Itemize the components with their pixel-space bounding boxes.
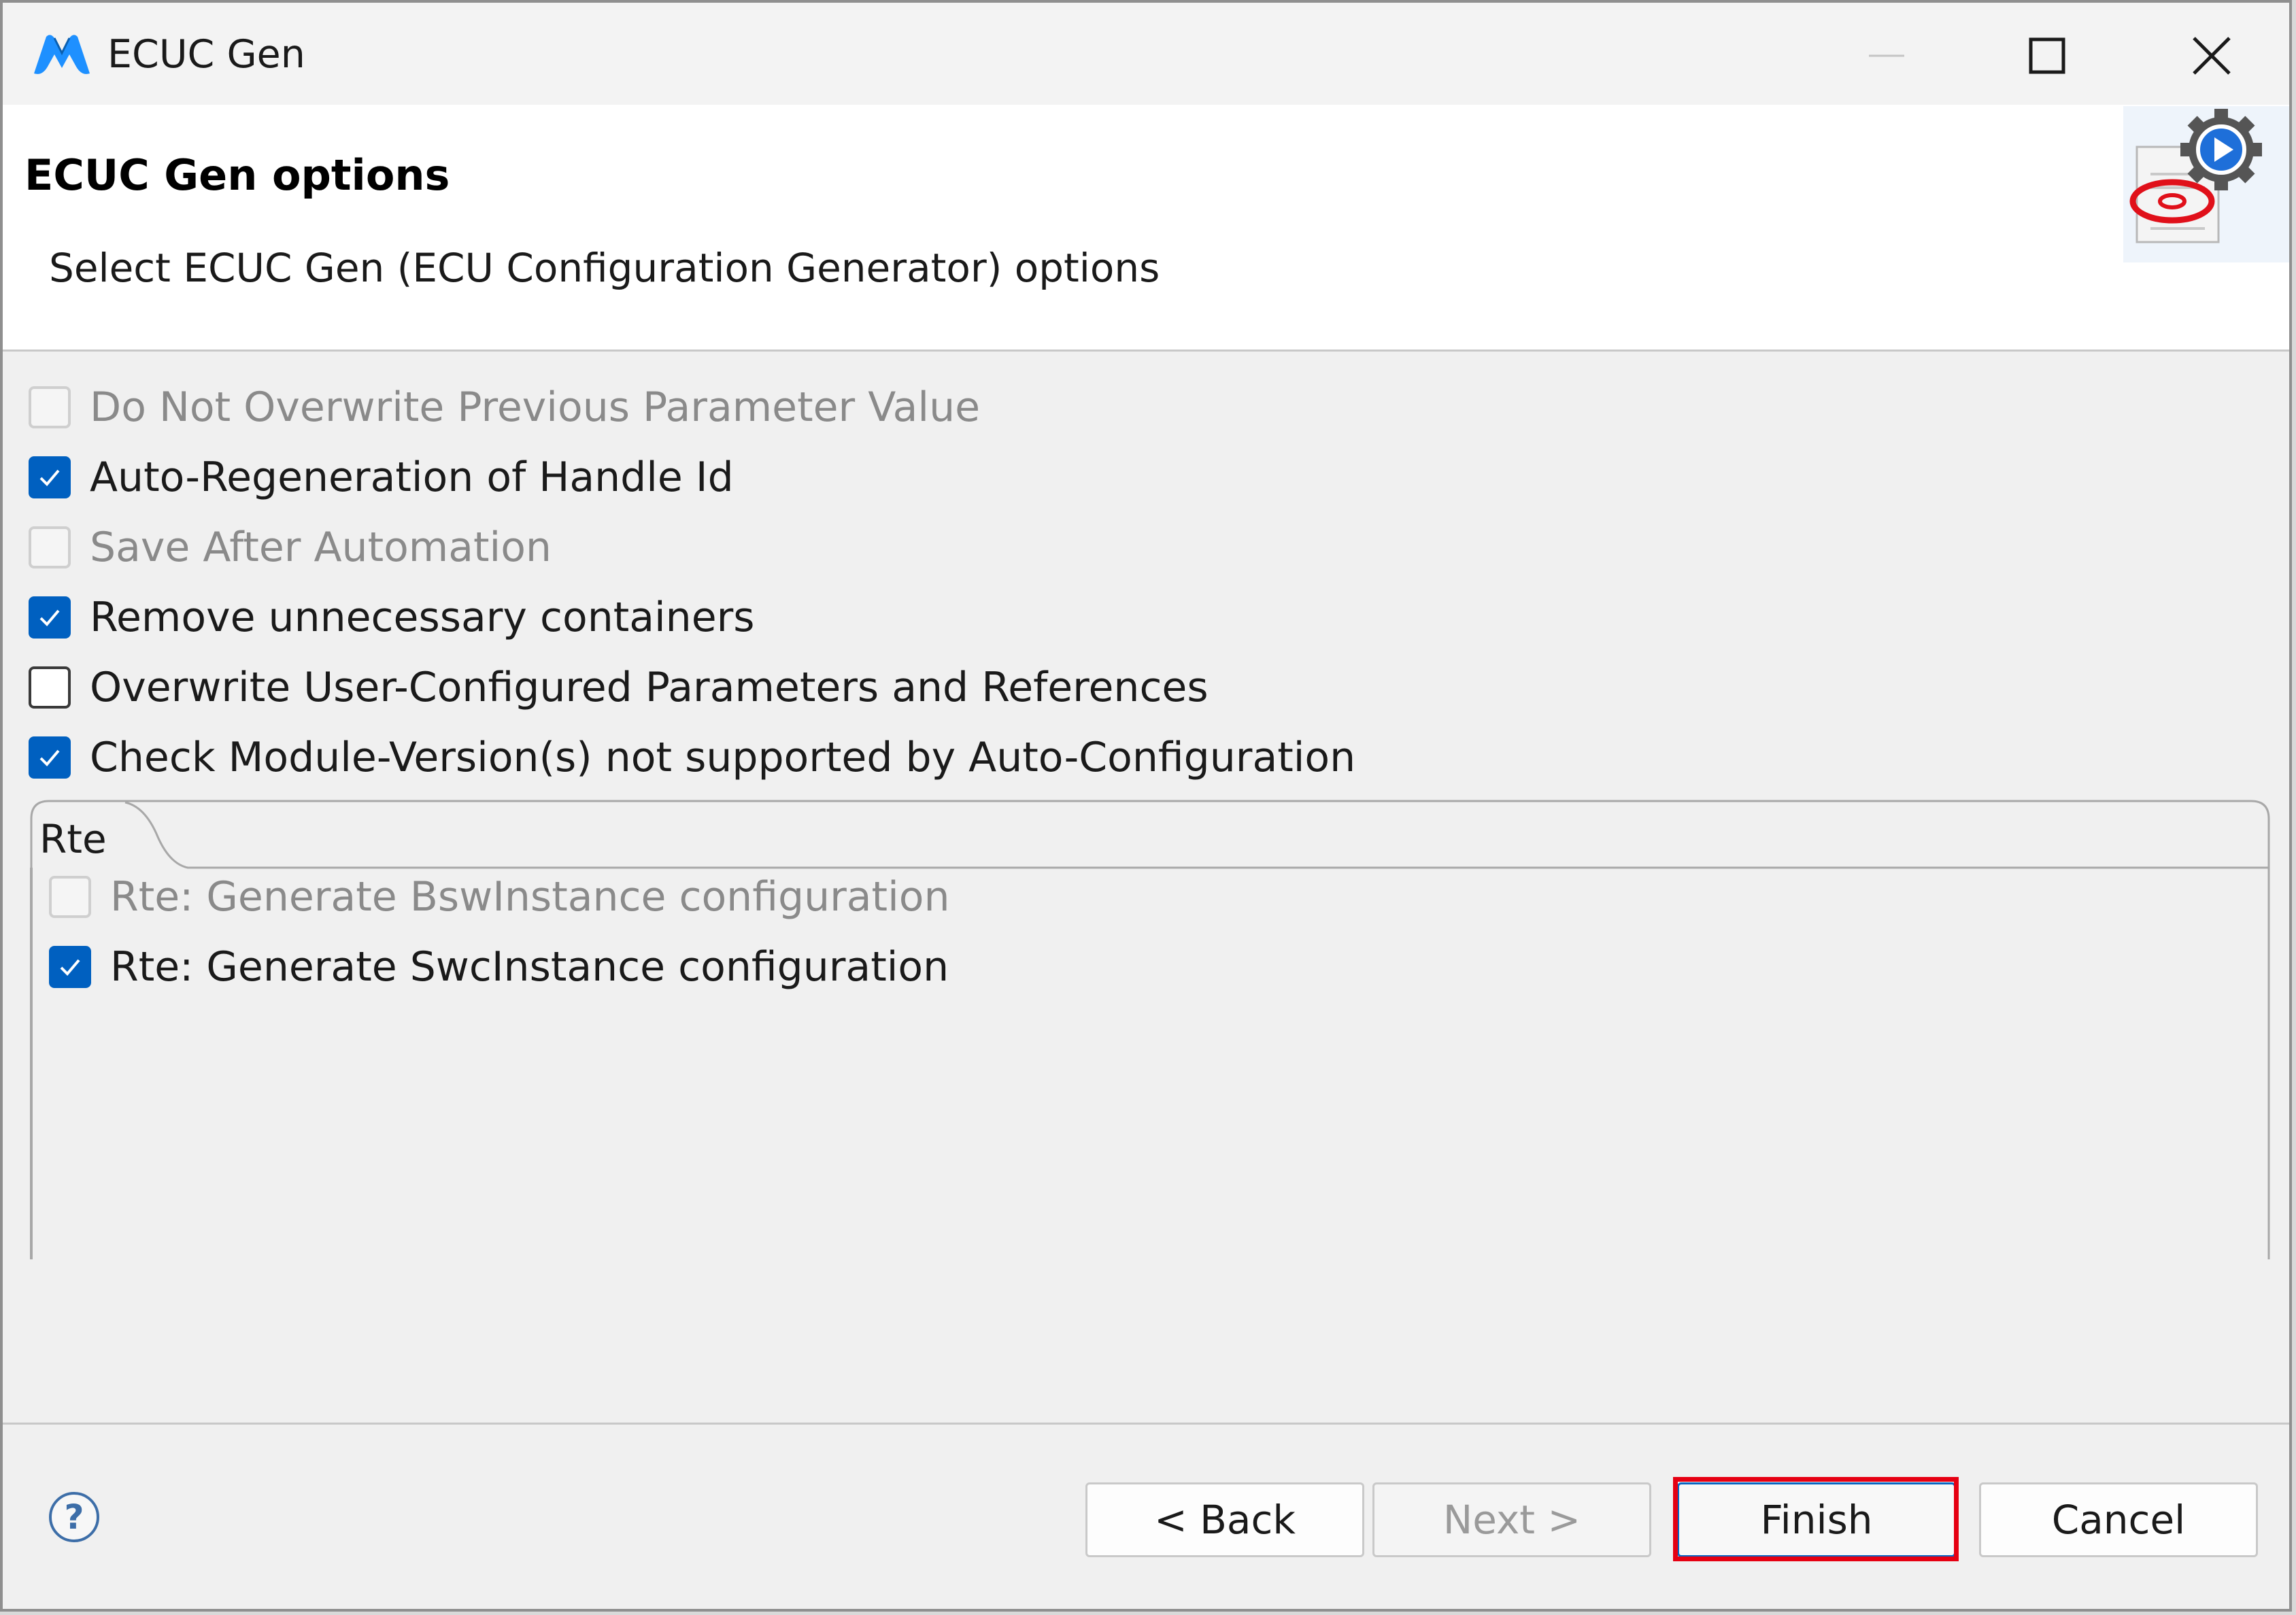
option-label: Overwrite User-Configured Parameters and…	[90, 664, 1209, 711]
minimize-button[interactable]	[1853, 23, 1921, 88]
option-save-after-automation[interactable]: Save After Automation	[29, 517, 552, 578]
checkbox-overwrite-user-configured[interactable]	[29, 666, 71, 709]
ecuc-gen-dialog: ECUC Gen ECUC Gen options Select ECUC Ge…	[0, 0, 2292, 1612]
page-description: Select ECUC Gen (ECU Configuration Gener…	[49, 245, 1160, 291]
wizard-gear-icon	[2123, 106, 2289, 262]
option-rte-swcinstance[interactable]: Rte: Generate SwcInstance configuration	[49, 936, 949, 998]
help-glyph: ?	[64, 1497, 84, 1537]
option-label: Rte: Generate BswInstance configuration	[110, 873, 950, 921]
app-logo-icon	[34, 35, 90, 74]
checkbox-check-module-version[interactable]	[29, 736, 71, 779]
option-do-not-overwrite[interactable]: Do Not Overwrite Previous Parameter Valu…	[29, 377, 980, 438]
help-icon[interactable]: ?	[49, 1492, 99, 1542]
checkbox-auto-regeneration[interactable]	[29, 456, 71, 498]
checkbox-remove-containers[interactable]	[29, 596, 71, 639]
option-check-module-version[interactable]: Check Module-Version(s) not supported by…	[29, 727, 1355, 788]
page-title: ECUC Gen options	[24, 150, 450, 200]
cancel-button[interactable]: Cancel	[1979, 1482, 2258, 1557]
option-label: Check Module-Version(s) not supported by…	[90, 734, 1356, 781]
next-button[interactable]: Next >	[1372, 1482, 1651, 1557]
checkbox-save-after-automation[interactable]	[29, 526, 71, 568]
checkbox-rte-bswinstance[interactable]	[49, 876, 91, 918]
checkbox-rte-swcinstance[interactable]	[49, 946, 91, 988]
checkmark-icon	[39, 749, 60, 766]
option-overwrite-user-configured[interactable]: Overwrite User-Configured Parameters and…	[29, 657, 1209, 718]
close-icon	[2193, 37, 2231, 75]
tab-folder: Rte Rte: Generate BswInstance configurat…	[30, 800, 2270, 1259]
wizard-header: ECUC Gen options Select ECUC Gen (ECU Co…	[3, 105, 2289, 352]
checkmark-icon	[39, 469, 60, 486]
title-bar: ECUC Gen	[3, 3, 2289, 105]
checkmark-icon	[39, 609, 60, 626]
footer-separator	[3, 1423, 2289, 1425]
close-button[interactable]	[2178, 23, 2246, 88]
tab-rte[interactable]: Rte	[39, 816, 107, 862]
checkbox-do-not-overwrite[interactable]	[29, 386, 71, 428]
window-title: ECUC Gen	[107, 32, 305, 77]
option-remove-containers[interactable]: Remove unnecessary containers	[29, 587, 755, 648]
option-label: Auto-Regeneration of Handle Id	[90, 454, 734, 501]
checkmark-icon	[60, 959, 80, 976]
option-label: Rte: Generate SwcInstance configuration	[110, 943, 949, 991]
option-label: Save After Automation	[90, 524, 552, 571]
option-rte-bswinstance[interactable]: Rte: Generate BswInstance configuration	[49, 866, 949, 928]
maximize-button[interactable]	[2013, 23, 2081, 88]
maximize-icon	[2029, 37, 2065, 74]
option-label: Remove unnecessary containers	[90, 594, 755, 641]
minimize-icon	[1869, 54, 1904, 57]
back-button[interactable]: < Back	[1085, 1482, 1364, 1557]
option-auto-regeneration[interactable]: Auto-Regeneration of Handle Id	[29, 447, 734, 508]
option-label: Do Not Overwrite Previous Parameter Valu…	[90, 384, 981, 431]
finish-button[interactable]: Finish	[1677, 1482, 1956, 1557]
